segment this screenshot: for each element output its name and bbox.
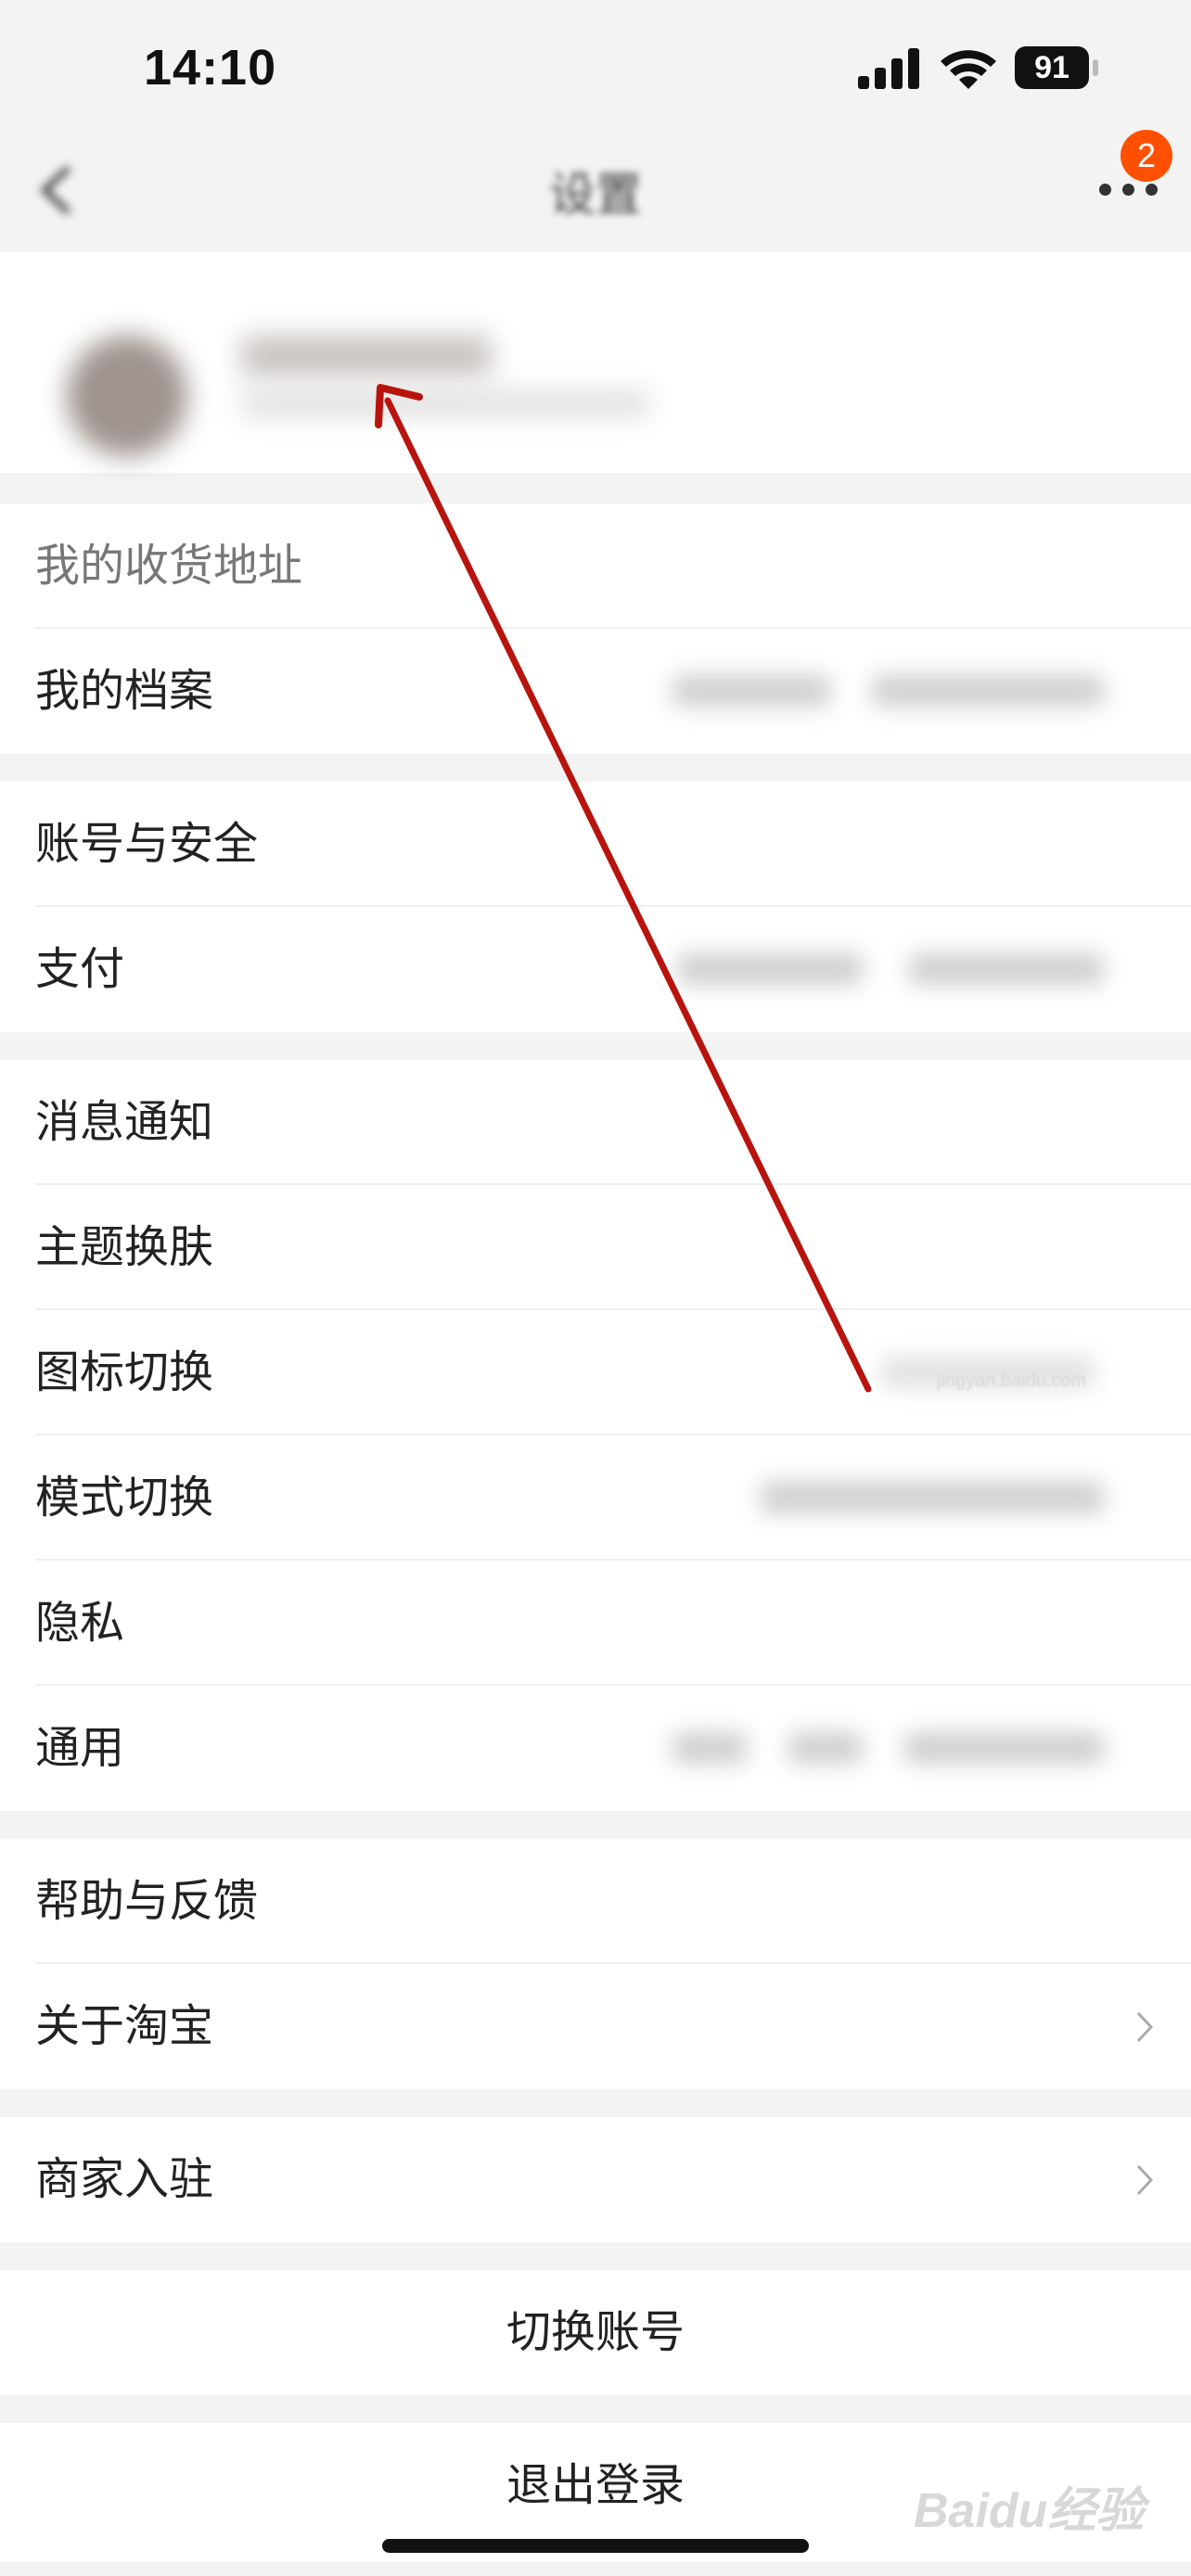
watermark-url: jingyan.baidu.com xyxy=(937,1371,1087,1391)
annotation-arrow xyxy=(375,384,872,1393)
watermark-logo: Baidu经验 xyxy=(914,2484,1145,2538)
home-indicator[interactable] xyxy=(382,2539,809,2553)
